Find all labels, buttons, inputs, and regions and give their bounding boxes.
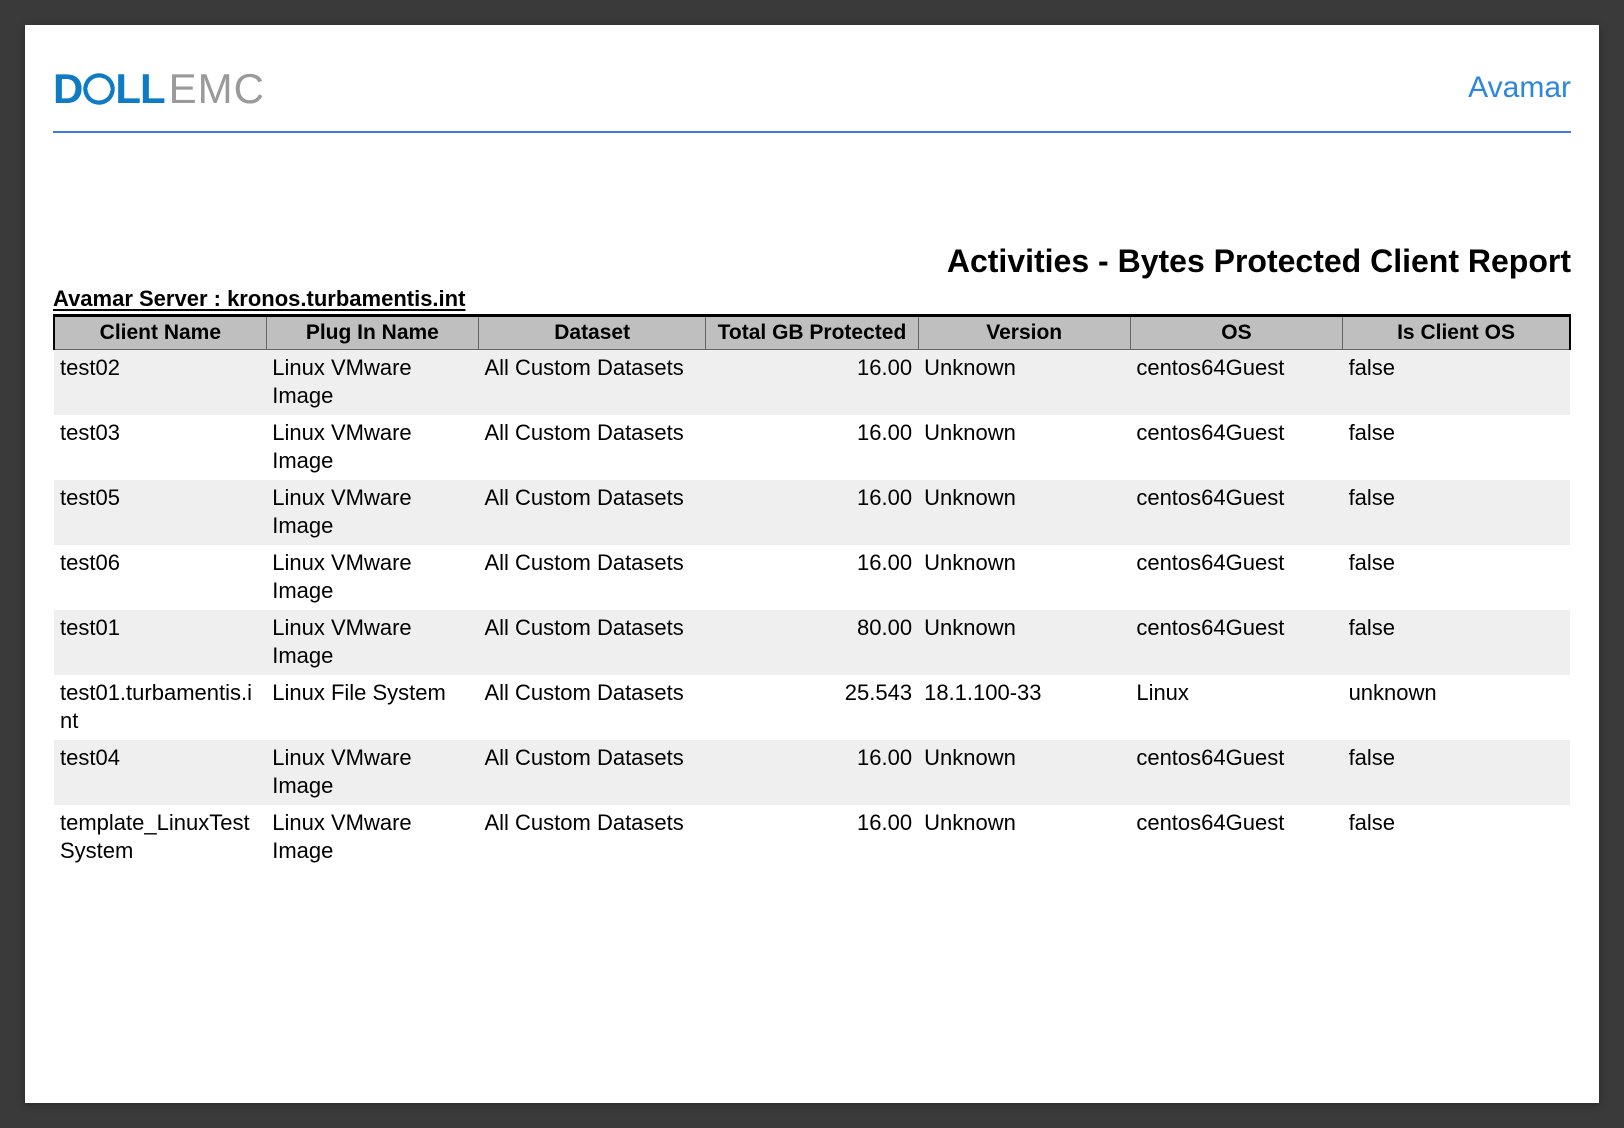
- cell-isclient: false: [1343, 350, 1570, 416]
- table-body: test02Linux VMware ImageAll Custom Datas…: [54, 350, 1570, 871]
- col-os: OS: [1130, 316, 1342, 350]
- cell-plugin: Linux VMware Image: [266, 480, 478, 545]
- cell-client: template_LinuxTestSystem: [54, 805, 266, 870]
- cell-plugin: Linux VMware Image: [266, 350, 478, 416]
- cell-os: centos64Guest: [1130, 805, 1342, 870]
- table-row: test02Linux VMware ImageAll Custom Datas…: [54, 350, 1570, 416]
- cell-version: Unknown: [918, 415, 1130, 480]
- col-version: Version: [918, 316, 1130, 350]
- cell-total: 25.543: [706, 675, 918, 740]
- cell-client: test06: [54, 545, 266, 610]
- cell-total: 16.00: [706, 350, 918, 416]
- cell-os: centos64Guest: [1130, 350, 1342, 416]
- cell-version: Unknown: [918, 350, 1130, 416]
- emc-logo-text: EMC: [169, 65, 265, 113]
- cell-plugin: Linux File System: [266, 675, 478, 740]
- cell-isclient: false: [1343, 740, 1570, 805]
- cell-total: 80.00: [706, 610, 918, 675]
- cell-isclient: false: [1343, 805, 1570, 870]
- dell-ll: LL: [115, 65, 164, 113]
- table-row: test05Linux VMware ImageAll Custom Datas…: [54, 480, 1570, 545]
- cell-os: centos64Guest: [1130, 610, 1342, 675]
- cell-os: Linux: [1130, 675, 1342, 740]
- cell-isclient: false: [1343, 415, 1570, 480]
- cell-dataset: All Custom Datasets: [478, 805, 705, 870]
- table-header-row: Client Name Plug In Name Dataset Total G…: [54, 316, 1570, 350]
- table-row: template_LinuxTestSystemLinux VMware Ima…: [54, 805, 1570, 870]
- cell-client: test01: [54, 610, 266, 675]
- cell-dataset: All Custom Datasets: [478, 350, 705, 416]
- report-title: Activities - Bytes Protected Client Repo…: [53, 243, 1571, 280]
- cell-version: Unknown: [918, 480, 1130, 545]
- cell-dataset: All Custom Datasets: [478, 545, 705, 610]
- report-page: D LL EMC Avamar Activities - Bytes Prote…: [25, 25, 1599, 1103]
- cell-plugin: Linux VMware Image: [266, 610, 478, 675]
- col-dataset: Dataset: [478, 316, 705, 350]
- cell-isclient: false: [1343, 480, 1570, 545]
- cell-client: test03: [54, 415, 266, 480]
- cell-isclient: false: [1343, 610, 1570, 675]
- table-row: test01Linux VMware ImageAll Custom Datas…: [54, 610, 1570, 675]
- cell-os: centos64Guest: [1130, 545, 1342, 610]
- col-client-name: Client Name: [54, 316, 266, 350]
- cell-plugin: Linux VMware Image: [266, 545, 478, 610]
- product-name: Avamar: [1468, 71, 1571, 105]
- dell-logo-text: D LL: [53, 65, 165, 113]
- cell-total: 16.00: [706, 480, 918, 545]
- col-is-client-os: Is Client OS: [1343, 316, 1570, 350]
- cell-total: 16.00: [706, 805, 918, 870]
- table-row: test06Linux VMware ImageAll Custom Datas…: [54, 545, 1570, 610]
- cell-client: test01.turbamentis.int: [54, 675, 266, 740]
- cell-os: centos64Guest: [1130, 740, 1342, 805]
- cell-version: Unknown: [918, 805, 1130, 870]
- table-row: test04Linux VMware ImageAll Custom Datas…: [54, 740, 1570, 805]
- server-label: Avamar Server : kronos.turbamentis.int: [53, 286, 1571, 312]
- cell-dataset: All Custom Datasets: [478, 480, 705, 545]
- cell-version: Unknown: [918, 610, 1130, 675]
- cell-os: centos64Guest: [1130, 480, 1342, 545]
- dell-d: D: [53, 65, 82, 113]
- cell-version: Unknown: [918, 740, 1130, 805]
- cell-dataset: All Custom Datasets: [478, 415, 705, 480]
- dell-emc-logo: D LL EMC: [53, 65, 265, 113]
- table-row: test01.turbamentis.intLinux File SystemA…: [54, 675, 1570, 740]
- cell-plugin: Linux VMware Image: [266, 740, 478, 805]
- cell-isclient: false: [1343, 545, 1570, 610]
- dell-tilted-e-icon: [80, 72, 118, 106]
- page-header: D LL EMC Avamar: [53, 65, 1571, 133]
- cell-version: 18.1.100-33: [918, 675, 1130, 740]
- cell-plugin: Linux VMware Image: [266, 805, 478, 870]
- report-table: Client Name Plug In Name Dataset Total G…: [53, 314, 1571, 870]
- cell-client: test05: [54, 480, 266, 545]
- cell-dataset: All Custom Datasets: [478, 675, 705, 740]
- cell-isclient: unknown: [1343, 675, 1570, 740]
- cell-plugin: Linux VMware Image: [266, 415, 478, 480]
- cell-total: 16.00: [706, 545, 918, 610]
- cell-os: centos64Guest: [1130, 415, 1342, 480]
- cell-version: Unknown: [918, 545, 1130, 610]
- cell-client: test02: [54, 350, 266, 416]
- cell-total: 16.00: [706, 740, 918, 805]
- cell-dataset: All Custom Datasets: [478, 740, 705, 805]
- cell-dataset: All Custom Datasets: [478, 610, 705, 675]
- cell-total: 16.00: [706, 415, 918, 480]
- col-plugin-name: Plug In Name: [266, 316, 478, 350]
- cell-client: test04: [54, 740, 266, 805]
- table-row: test03Linux VMware ImageAll Custom Datas…: [54, 415, 1570, 480]
- col-total-gb-protected: Total GB Protected: [706, 316, 918, 350]
